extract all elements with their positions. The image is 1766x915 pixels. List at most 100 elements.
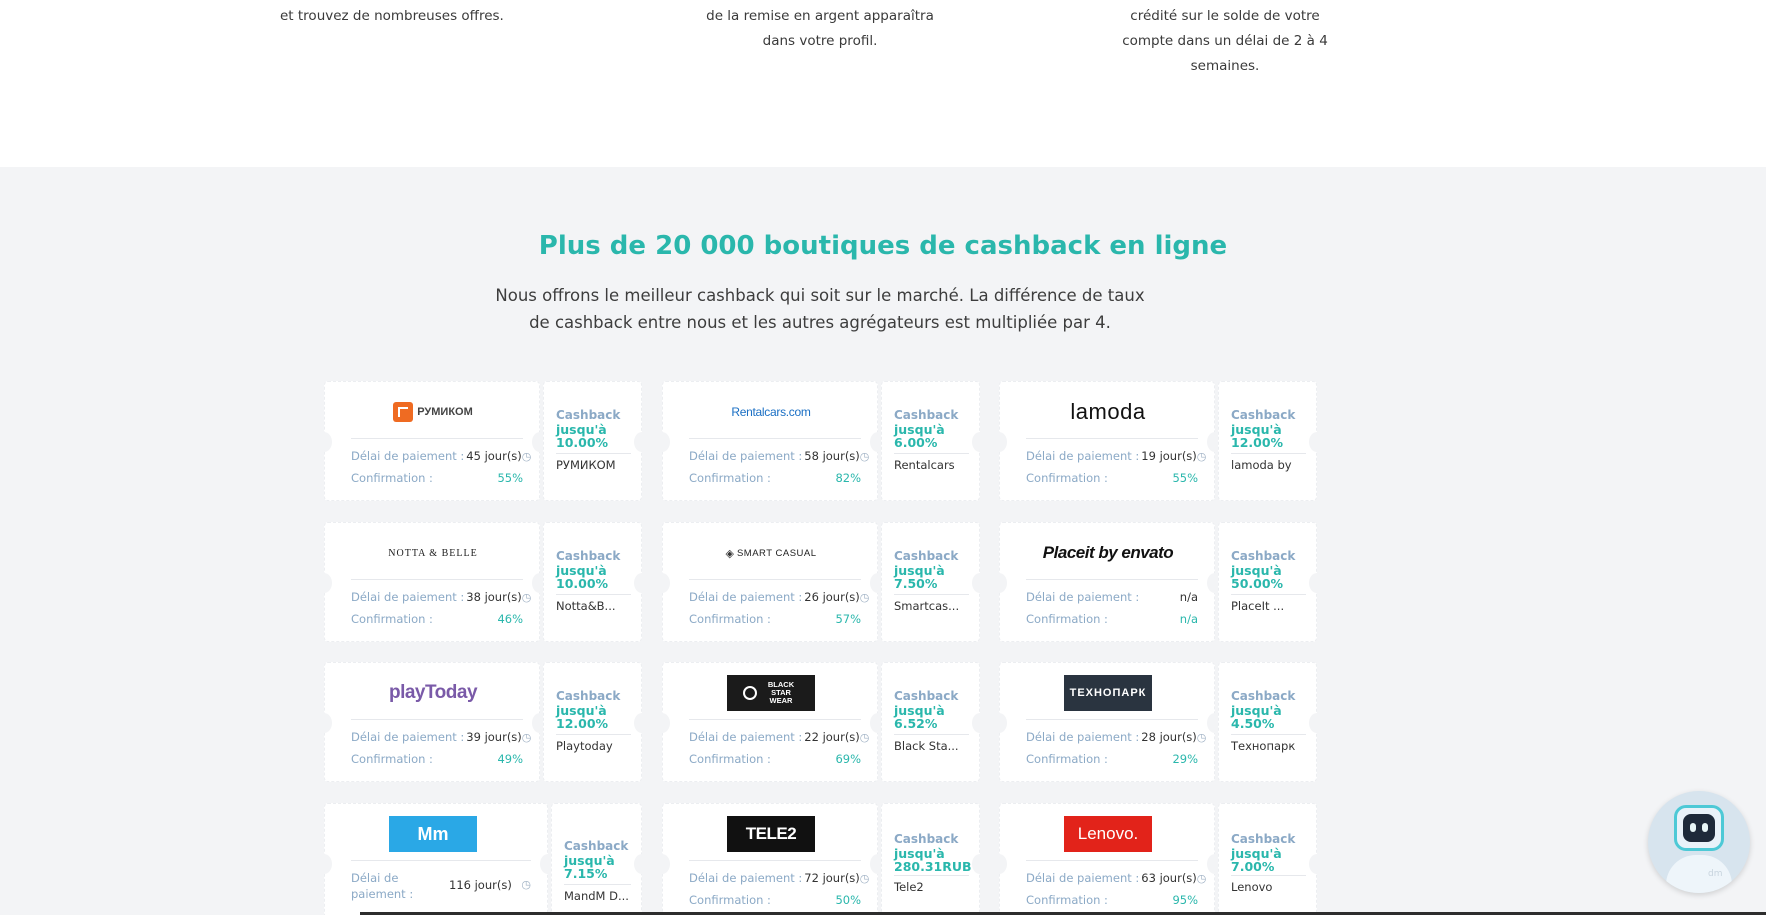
cashback-label: Cashback	[564, 839, 629, 853]
shop-card-cashback: Cashback jusqu'à 4.50% Технопарк	[1218, 662, 1325, 782]
shop-logo-black-star: BLACK STAR WEAR	[687, 671, 855, 715]
cashback-value: jusqu'à 10.00%	[556, 563, 609, 591]
cashback-label: Cashback	[1231, 689, 1296, 703]
step-1-text: et trouvez de nombreuses offres.	[280, 8, 504, 24]
shop-logo-notta-belle: NOTTA & BELLE	[388, 547, 478, 559]
smart-casual-icon: ◈	[725, 546, 734, 560]
confirmation-label: Confirmation :	[689, 612, 771, 626]
shop-logo-playtoday: playToday	[388, 682, 478, 703]
shop-card-tele2[interactable]: TELE2 Délai de paiement :72 jour(s) ◷ Con…	[654, 803, 988, 915]
delay-label: Délai de paiement :	[689, 730, 803, 744]
robot-icon	[1674, 805, 1724, 851]
shop-card-placeit[interactable]: Placeit by envato Délai de paiement : n/a…	[991, 522, 1325, 642]
cashback-label: Cashback	[1231, 832, 1296, 846]
shop-name: PlaceIt ...	[1231, 599, 1285, 613]
shop-name: Smartcas...	[894, 599, 960, 613]
shop-card-cashback: Cashback jusqu'à 6.00% Rentalcars	[881, 381, 988, 501]
shop-name: Rentalcars	[894, 458, 955, 472]
shop-card-main: РУМИКОМ Délai de paiement :45 jour(s) ◷ C…	[316, 381, 548, 501]
delay-label: Délai de paiement :	[689, 449, 803, 463]
delay-value: 72 jour(s)	[804, 871, 860, 885]
cashback-label: Cashback	[894, 832, 959, 846]
shop-card-mandm[interactable]: Mm Délai de paiement : 116 jour(s) ◷ Cas…	[316, 803, 650, 915]
confirmation-value: 57%	[835, 612, 861, 626]
shop-name: Black Sta...	[894, 739, 959, 753]
shop-card-cashback: Cashback jusqu'à 10.00% Notta&B...	[543, 522, 650, 642]
confirmation-value: 50%	[835, 893, 861, 907]
shop-name: Технопарк	[1231, 739, 1296, 753]
confirmation-label: Confirmation :	[1026, 471, 1108, 485]
clock-icon: ◷	[859, 871, 870, 885]
shop-logo-placeit: Placeit by envato	[1042, 543, 1174, 562]
shop-logo-rentalcars: Rentalcars.com	[731, 405, 811, 419]
step-3-text: crédité sur le solde de votre compte dan…	[1122, 8, 1328, 74]
cashback-value: jusqu'à 12.00%	[1231, 422, 1284, 450]
shop-logo-smart-casual: ◈ SMART CASUAL	[725, 546, 817, 560]
shop-card-main: Mm Délai de paiement : 116 jour(s) ◷	[316, 803, 556, 915]
chatbot-mark: dm	[1708, 869, 1723, 879]
shop-card-main: NOTTA & BELLE Délai de paiement :38 jour…	[316, 522, 548, 642]
delay-label: Délai de paiement :	[1026, 871, 1140, 885]
shop-card-lenovo[interactable]: Lenovo. Délai de paiement :63 jour(s) ◷ C…	[991, 803, 1325, 915]
shop-logo-rumikom: РУМИКОМ	[349, 390, 517, 434]
cashback-label: Cashback	[556, 408, 621, 422]
confirmation-label: Confirmation :	[351, 471, 433, 485]
shop-name: Notta&B...	[556, 599, 616, 613]
delay-value: 26 jour(s)	[804, 590, 860, 604]
confirmation-value: n/a	[1179, 612, 1198, 626]
delay-value: n/a	[1179, 590, 1198, 604]
cashback-value: jusqu'à 10.00%	[556, 422, 609, 450]
shops-title: Plus de 20 000 boutiques de cashback en …	[538, 231, 1228, 261]
confirmation-label: Confirmation :	[689, 471, 771, 485]
shop-card-main: playToday Délai de paiement :39 jour(s) ◷…	[316, 662, 548, 782]
black-star-circle-icon	[743, 686, 757, 700]
shop-card-main: Placeit by envato Délai de paiement : n/a…	[991, 522, 1223, 642]
step-2-text: de la remise en argent apparaîtra dans v…	[706, 8, 934, 49]
clock-icon: ◷	[859, 730, 870, 744]
confirmation-label: Confirmation :	[1026, 752, 1108, 766]
shop-card-technopark[interactable]: ТЕХНОПАРК Délai de paiement :28 jour(s) ◷…	[991, 662, 1325, 782]
shop-card-main: ◈ SMART CASUAL Délai de paiement :26 jou…	[654, 522, 886, 642]
delay-value: 45 jour(s)	[466, 449, 522, 463]
delay-label: Délai de paiement :	[351, 449, 465, 463]
cashback-value: jusqu'à 7.50%	[894, 563, 945, 591]
shop-card-cashback: Cashback jusqu'à 7.00% Lenovo	[1218, 803, 1325, 915]
delay-value: 58 jour(s)	[804, 449, 860, 463]
shop-card-smart-casual[interactable]: ◈ SMART CASUAL Délai de paiement :26 jou…	[654, 522, 988, 642]
confirmation-value: 29%	[1172, 752, 1198, 766]
shop-logo-tele2: TELE2	[687, 812, 855, 856]
shop-card-main: TELE2 Délai de paiement :72 jour(s) ◷ Con…	[654, 803, 886, 915]
shop-card-notta-belle[interactable]: NOTTA & BELLE Délai de paiement :38 jour…	[316, 522, 650, 642]
shop-card-rentalcars[interactable]: Rentalcars.com Délai de paiement :58 jou…	[654, 381, 988, 501]
confirmation-label: Confirmation :	[689, 893, 771, 907]
delay-value: 19 jour(s)	[1141, 449, 1197, 463]
shop-card-lamoda[interactable]: lamoda Délai de paiement :19 jour(s) ◷ Co…	[991, 381, 1325, 501]
shop-card-cashback: Cashback jusqu'à 7.15% MandM D...	[551, 803, 650, 915]
cashback-label: Cashback	[1231, 408, 1296, 422]
shop-card-main: BLACK STAR WEAR Délai de paiement :22 jo…	[654, 662, 886, 782]
delay-value: 39 jour(s)	[466, 730, 522, 744]
delay-label: Délai de paiement :	[1026, 590, 1140, 604]
shop-card-cashback: Cashback jusqu'à 12.00% lamoda by	[1218, 381, 1325, 501]
delay-value: 22 jour(s)	[804, 730, 860, 744]
shop-card-main: lamoda Délai de paiement :19 jour(s) ◷ Co…	[991, 381, 1223, 501]
clock-icon: ◷	[521, 590, 532, 604]
cashback-value: jusqu'à 7.00%	[1231, 846, 1282, 874]
rumikom-icon	[393, 402, 414, 422]
shop-card-black-star[interactable]: BLACK STAR WEAR Délai de paiement :22 jo…	[654, 662, 988, 782]
confirmation-value: 95%	[1172, 893, 1198, 907]
shop-name: РУМИКОМ	[556, 458, 616, 472]
delay-label: Délai de paiement :	[1026, 449, 1140, 463]
shop-card-rumikom[interactable]: РУМИКОМ Délai de paiement :45 jour(s) ◷ C…	[316, 381, 650, 501]
clock-icon: ◷	[859, 590, 870, 604]
clock-icon: ◷	[521, 730, 532, 744]
clock-icon: ◷	[1196, 871, 1207, 885]
chatbot-button[interactable]: dm	[1648, 791, 1750, 893]
confirmation-label: Confirmation :	[1026, 893, 1108, 907]
how-it-works-steps: et trouvez de nombreuses offres. de la r…	[0, 0, 1766, 167]
shop-card-playtoday[interactable]: playToday Délai de paiement :39 jour(s) ◷…	[316, 662, 650, 782]
delay-value: 38 jour(s)	[466, 590, 522, 604]
confirmation-label: Confirmation :	[689, 752, 771, 766]
clock-icon: ◷	[1196, 730, 1207, 744]
clock-icon: ◷	[521, 449, 532, 463]
